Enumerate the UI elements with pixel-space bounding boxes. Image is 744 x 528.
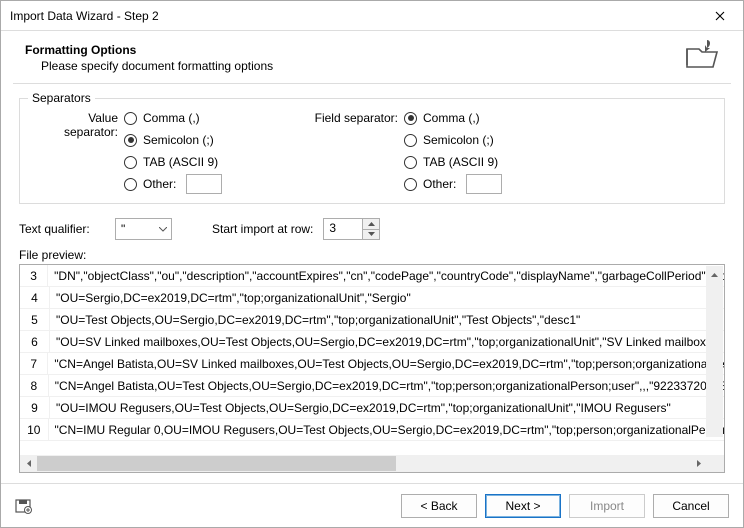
radio-icon (404, 178, 417, 191)
horizontal-scrollbar[interactable] (20, 455, 724, 472)
field-sep-other[interactable]: Other: (404, 175, 502, 193)
value-sep-semicolon[interactable]: Semicolon (;) (124, 131, 222, 149)
preview-row[interactable]: 7"CN=Angel Batista,OU=SV Linked mailboxe… (20, 353, 724, 375)
preview-row[interactable]: 9"OU=IMOU Regusers,OU=Test Objects,OU=Se… (20, 397, 724, 419)
close-icon (715, 11, 725, 21)
radio-icon (124, 178, 137, 191)
text-qualifier-value: " (116, 222, 154, 236)
row-text: "OU=IMOU Regusers,OU=Test Objects,OU=Ser… (50, 401, 671, 415)
preview-rows[interactable]: 3"DN","objectClass","ou","description","… (20, 265, 724, 455)
window-title: Import Data Wizard - Step 2 (10, 9, 697, 23)
start-row-spinner[interactable]: 3 (323, 218, 380, 240)
field-sep-tab[interactable]: TAB (ASCII 9) (404, 153, 502, 171)
text-qualifier-combo[interactable]: " (115, 218, 172, 240)
wizard-header: Formatting Options Please specify docume… (1, 31, 743, 83)
wizard-footer: < Back Next > Import Cancel (1, 483, 743, 527)
import-button: Import (569, 494, 645, 518)
row-number: 5 (20, 309, 50, 331)
row-text: "OU=SV Linked mailboxes,OU=Test Objects,… (50, 335, 723, 349)
row-number: 8 (20, 375, 49, 397)
save-options-icon[interactable] (15, 497, 33, 515)
content-area: Separators Value separator: Comma (,) Se… (1, 84, 743, 483)
scroll-up-icon (706, 266, 723, 283)
header-text: Formatting Options Please specify docume… (25, 41, 685, 73)
row-number: 6 (20, 331, 50, 353)
page-subtitle: Please specify document formatting optio… (41, 59, 685, 73)
radio-icon (124, 134, 137, 147)
field-separator-label: Field separator: (312, 107, 404, 193)
radio-icon (404, 112, 417, 125)
row-number: 4 (20, 287, 50, 309)
row-text: "DN","objectClass","ou","description","a… (48, 269, 724, 283)
row-text: "OU=Test Objects,OU=Sergio,DC=ex2019,DC=… (50, 313, 580, 327)
start-row-label: Start import at row: (212, 222, 313, 236)
value-sep-other[interactable]: Other: (124, 175, 222, 193)
row-text: "CN=Angel Batista,OU=Test Objects,OU=Ser… (49, 379, 724, 393)
chevron-down-icon (154, 219, 171, 239)
preview-row[interactable]: 8"CN=Angel Batista,OU=Test Objects,OU=Se… (20, 375, 724, 397)
file-preview-grid: 3"DN","objectClass","ou","description","… (19, 264, 725, 473)
value-separator-label: Value separator: (32, 107, 124, 193)
scroll-thumb[interactable] (37, 456, 396, 471)
row-text: "OU=Sergio,DC=ex2019,DC=rtm","top;organi… (50, 291, 411, 305)
separators-group: Separators Value separator: Comma (,) Se… (19, 98, 725, 204)
radio-icon (404, 156, 417, 169)
start-row-value[interactable]: 3 (324, 219, 362, 239)
page-title: Formatting Options (25, 43, 685, 57)
scroll-right-icon (690, 455, 707, 472)
value-sep-other-input[interactable] (186, 174, 222, 194)
value-sep-tab[interactable]: TAB (ASCII 9) (124, 153, 222, 171)
value-separator-radios: Comma (,) Semicolon (;) TAB (ASCII 9) Ot… (124, 107, 222, 193)
field-sep-comma[interactable]: Comma (,) (404, 109, 502, 127)
field-separator-radios: Comma (,) Semicolon (;) TAB (ASCII 9) Ot… (404, 107, 502, 193)
import-folder-icon (685, 39, 717, 71)
row-text: "CN=Angel Batista,OU=SV Linked mailboxes… (48, 357, 724, 371)
row-text: "CN=IMU Regular 0,OU=IMOU Regusers,OU=Te… (49, 423, 724, 437)
titlebar: Import Data Wizard - Step 2 (1, 1, 743, 31)
field-sep-semicolon[interactable]: Semicolon (;) (404, 131, 502, 149)
radio-icon (124, 156, 137, 169)
preview-row[interactable]: 6"OU=SV Linked mailboxes,OU=Test Objects… (20, 331, 724, 353)
preview-row[interactable]: 4"OU=Sergio,DC=ex2019,DC=rtm","top;organ… (20, 287, 724, 309)
next-button[interactable]: Next > (485, 494, 561, 518)
file-preview-label: File preview: (19, 248, 725, 262)
wizard-window: Import Data Wizard - Step 2 Formatting O… (0, 0, 744, 528)
row-number: 9 (20, 397, 50, 419)
chevron-down-icon (368, 232, 375, 236)
vertical-scrollbar[interactable] (706, 266, 723, 437)
row-number: 7 (20, 353, 48, 375)
separators-legend: Separators (28, 91, 95, 105)
cancel-button[interactable]: Cancel (653, 494, 729, 518)
preview-row[interactable]: 5"OU=Test Objects,OU=Sergio,DC=ex2019,DC… (20, 309, 724, 331)
text-qualifier-label: Text qualifier: (19, 222, 105, 236)
preview-row[interactable]: 10"CN=IMU Regular 0,OU=IMOU Regusers,OU=… (20, 419, 724, 441)
preview-row[interactable]: 3"DN","objectClass","ou","description","… (20, 265, 724, 287)
spinner-down-button[interactable] (362, 230, 379, 240)
chevron-up-icon (368, 222, 375, 226)
field-sep-other-input[interactable] (466, 174, 502, 194)
radio-icon (404, 134, 417, 147)
row-number: 10 (20, 419, 49, 441)
radio-icon (124, 112, 137, 125)
close-button[interactable] (697, 1, 742, 30)
value-sep-comma[interactable]: Comma (,) (124, 109, 222, 127)
row-number: 3 (20, 265, 48, 287)
scroll-left-icon (20, 455, 37, 472)
spinner-up-button[interactable] (362, 219, 379, 230)
back-button[interactable]: < Back (401, 494, 477, 518)
scroll-track[interactable] (37, 455, 690, 472)
scroll-corner (707, 455, 724, 472)
